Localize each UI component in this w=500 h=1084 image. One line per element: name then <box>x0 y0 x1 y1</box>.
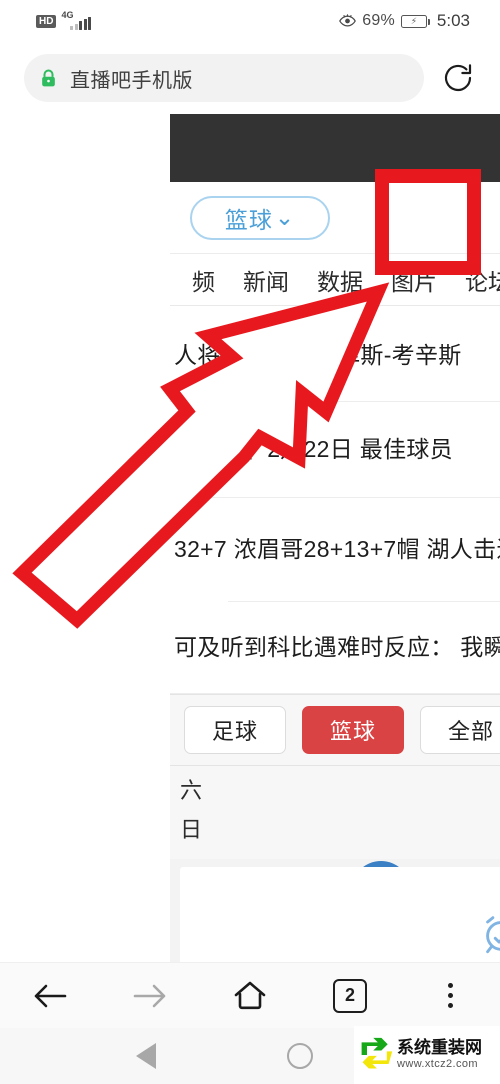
sport-filter-bar: 足球 篮球 全部 <box>170 694 500 766</box>
watermark-text: 系统重装网 www.xtcz2.com <box>397 1037 482 1072</box>
web-content-viewport[interactable]: 免费下载 篮球 ⌄ 简 <box>0 114 500 962</box>
content-gap-patch <box>163 558 228 628</box>
home-button[interactable] <box>219 968 281 1024</box>
news-title: 吧评选】2月22日 最佳球员 <box>174 435 453 462</box>
recycle-arrows-logo-icon <box>361 1037 393 1069</box>
browser-bottom-toolbar: 2 <box>0 962 500 1028</box>
tab-count-badge: 2 <box>333 978 367 1013</box>
system-home-button[interactable] <box>270 1028 330 1084</box>
nav-tab-photos[interactable]: 图片 <box>377 263 451 297</box>
overflow-menu-icon <box>447 983 453 1008</box>
battery-percent-label: 69% <box>362 12 395 29</box>
system-back-button[interactable] <box>116 1028 176 1084</box>
alarm-clock-icon[interactable] <box>478 911 500 957</box>
match-schedule-zone <box>170 859 500 962</box>
status-bar: HD 4G 69% ⚡ 5:03 <box>0 0 500 42</box>
browser-address-row: 直播吧手机版 <box>0 42 500 114</box>
day-label-saturday[interactable]: 六 <box>176 772 500 811</box>
list-item[interactable]: 人将裁中锋德马库斯-考辛斯 <box>170 310 500 402</box>
nav-tab-forum[interactable]: 论坛 <box>451 263 500 297</box>
battery-charging-icon: ⚡ <box>400 14 430 28</box>
match-card[interactable] <box>180 867 500 962</box>
day-label-sunday[interactable]: 日 <box>176 811 500 850</box>
network-type-label: 4G <box>61 10 74 20</box>
watermark-site-url: www.xtcz2.com <box>397 1058 478 1071</box>
filter-button-basketball[interactable]: 篮球 <box>302 706 404 754</box>
status-bar-right: 69% ⚡ 5:03 <box>339 11 470 31</box>
clock-label: 5:03 <box>436 11 470 30</box>
nav-tab-news[interactable]: 新闻 <box>229 263 303 297</box>
lock-icon <box>42 68 55 86</box>
phone-screen: HD 4G 69% ⚡ 5:03 直播吧手机版 篮球 ⌄ 频 新闻 数据 图片 … <box>0 0 500 1084</box>
site-header-toolbar: 篮球 ⌄ 简 <box>170 182 500 254</box>
nav-tab-data[interactable]: 数据 <box>303 263 377 297</box>
news-list: 人将裁中锋德马库斯-考辛斯 吧评选】2月22日 最佳球员 32+7 浓眉哥28+… <box>170 306 500 694</box>
reload-button[interactable] <box>438 58 478 98</box>
nav-tab-video[interactable]: 频 <box>178 263 229 297</box>
back-button[interactable] <box>19 968 81 1024</box>
watermark-site-name: 系统重装网 <box>397 1037 482 1057</box>
home-icon <box>234 981 266 1009</box>
day-strip: 六 日 <box>170 766 500 859</box>
chevron-down-icon: ⌄ <box>274 204 296 230</box>
app-download-banner: 免费下载 <box>170 114 500 182</box>
menu-button[interactable] <box>419 968 481 1024</box>
address-bar-title: 直播吧手机版 <box>70 69 193 92</box>
hd-badge: HD <box>36 14 57 28</box>
nav-home-circle-icon <box>287 1043 313 1069</box>
web-page: 免费下载 篮球 ⌄ 简 <box>170 114 500 962</box>
status-bar-left: HD 4G <box>36 10 92 30</box>
watermark: 系统重装网 www.xtcz2.com <box>354 1026 500 1084</box>
sport-selector-label: 篮球 <box>224 206 273 233</box>
arrow-right-icon <box>133 984 166 1007</box>
reload-icon <box>444 64 472 92</box>
filter-button-all[interactable]: 全部 <box>420 706 500 754</box>
list-item[interactable]: 吧评选】2月22日 最佳球员 <box>170 402 500 498</box>
site-nav-tabs: 频 新闻 数据 图片 论坛 <box>170 254 500 306</box>
news-title: 可及听到科比遇难时反应： 我瞬 <box>174 633 500 660</box>
eye-care-icon <box>339 14 357 27</box>
filter-button-football[interactable]: 足球 <box>184 706 286 754</box>
nav-back-triangle-icon <box>136 1043 156 1069</box>
tab-switcher-button[interactable]: 2 <box>319 968 381 1024</box>
address-bar[interactable]: 直播吧手机版 <box>24 54 424 102</box>
sport-selector-dropdown[interactable]: 篮球 ⌄ <box>190 195 330 240</box>
forward-button[interactable] <box>119 968 181 1024</box>
signal-strength-icon: 4G <box>61 10 92 30</box>
news-title: 人将裁中锋德马库斯-考辛斯 <box>174 341 462 368</box>
arrow-left-icon <box>34 984 67 1007</box>
